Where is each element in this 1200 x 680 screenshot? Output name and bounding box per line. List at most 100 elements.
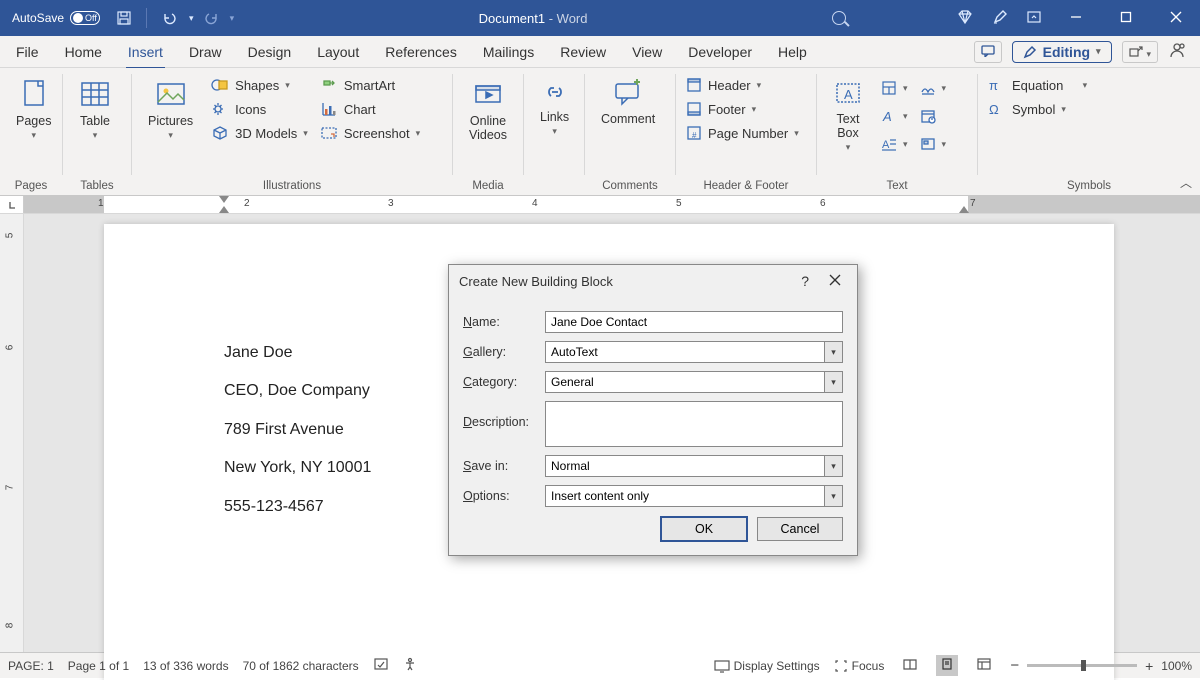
autosave-label: AutoSave xyxy=(12,11,64,25)
savein-select[interactable]: Normal▾ xyxy=(545,455,843,477)
tab-review[interactable]: Review xyxy=(558,40,608,64)
status-chars[interactable]: 70 of 1862 characters xyxy=(243,659,359,673)
svg-text:A: A xyxy=(882,139,890,151)
display-settings[interactable]: Display Settings xyxy=(714,659,820,673)
textbox-button[interactable]: AText Box▾ xyxy=(825,76,871,155)
tab-layout[interactable]: Layout xyxy=(315,40,361,64)
zoom-slider[interactable] xyxy=(1027,664,1137,667)
pictures-button[interactable]: Pictures▾ xyxy=(140,76,201,143)
options-select[interactable]: Insert content only▾ xyxy=(545,485,843,507)
gallery-select[interactable]: AutoText▾ xyxy=(545,341,843,363)
comment-button[interactable]: Comment xyxy=(593,76,663,128)
name-input[interactable] xyxy=(545,311,843,333)
links-button[interactable]: Links▾ xyxy=(532,76,577,139)
focus-mode[interactable]: Focus xyxy=(834,659,885,673)
svg-text:A: A xyxy=(844,87,853,102)
maximize-button[interactable] xyxy=(1110,7,1142,30)
group-pages: Pages xyxy=(0,180,62,195)
footer-button[interactable]: Footer ▾ xyxy=(684,100,801,118)
wordart-icon[interactable]: A▾ xyxy=(879,107,910,125)
description-textarea[interactable] xyxy=(545,401,843,447)
window-title: Document1 - Word xyxy=(234,11,832,26)
options-label: Options: xyxy=(463,489,535,503)
building-block-dialog: Create New Building Block ? Name: Galler… xyxy=(448,264,858,556)
ribbon-display-icon[interactable] xyxy=(1026,9,1042,28)
share-button[interactable]: ▾ xyxy=(1122,41,1158,63)
tab-design[interactable]: Design xyxy=(246,40,294,64)
save-icon[interactable] xyxy=(116,10,132,26)
group-text: Text xyxy=(817,180,977,195)
zoom-in[interactable]: + xyxy=(1145,658,1153,674)
spelling-icon[interactable] xyxy=(373,657,389,674)
object-icon[interactable]: ▾ xyxy=(918,135,949,153)
screenshot-button[interactable]: Screenshot ▾ xyxy=(318,124,422,142)
tab-insert[interactable]: Insert xyxy=(126,40,165,64)
chart-button[interactable]: Chart xyxy=(318,100,422,118)
pen-icon[interactable] xyxy=(992,9,1008,28)
ruler-vertical[interactable]: 5 6 7 8 xyxy=(0,214,24,652)
minimize-button[interactable] xyxy=(1060,7,1092,30)
signature-icon[interactable]: ▾ xyxy=(918,79,949,97)
group-comments: Comments xyxy=(585,180,675,195)
datetime-icon[interactable] xyxy=(918,107,949,125)
help-icon[interactable]: ? xyxy=(787,273,823,289)
page-number-button[interactable]: #Page Number ▾ xyxy=(684,124,801,142)
tab-references[interactable]: References xyxy=(383,40,459,64)
zoom-out[interactable]: − xyxy=(1010,657,1019,674)
collapse-ribbon-icon[interactable]: ︿ xyxy=(1180,174,1192,191)
zoom-level[interactable]: 100% xyxy=(1161,659,1192,673)
symbol-button[interactable]: ΩSymbol ▾ xyxy=(986,100,1089,118)
category-label: Category: xyxy=(463,375,535,389)
cancel-button[interactable]: Cancel xyxy=(757,517,843,541)
ribbon: Pages▾ Pages Table▾ Tables Pictures▾ Sha… xyxy=(0,68,1200,196)
search-icon[interactable] xyxy=(832,11,846,25)
3dmodels-button[interactable]: 3D Models ▾ xyxy=(209,124,310,142)
editing-mode[interactable]: Editing▾ xyxy=(1012,41,1112,63)
tab-home[interactable]: Home xyxy=(63,40,104,64)
account-icon[interactable] xyxy=(1168,41,1186,62)
title-bar: AutoSave Off ▾ ▾ Document1 - Word xyxy=(0,0,1200,36)
diamond-icon[interactable] xyxy=(956,9,974,28)
redo-icon[interactable] xyxy=(204,10,220,26)
name-label: Name: xyxy=(463,315,535,329)
tab-view[interactable]: View xyxy=(630,40,664,64)
tab-help[interactable]: Help xyxy=(776,40,809,64)
web-layout-icon[interactable] xyxy=(972,655,996,676)
tab-file[interactable]: File xyxy=(14,40,41,64)
indent-right[interactable] xyxy=(959,206,969,213)
accessibility-icon[interactable] xyxy=(403,657,417,674)
quickparts-icon[interactable]: ▾ xyxy=(879,79,910,97)
read-mode-icon[interactable] xyxy=(898,655,922,676)
description-label: Description: xyxy=(463,415,535,429)
online-videos-button[interactable]: Online Videos xyxy=(461,76,515,144)
group-symbols: Symbols xyxy=(978,180,1200,195)
group-links xyxy=(524,180,584,195)
status-page[interactable]: PAGE: 1 xyxy=(8,659,54,673)
pages-button[interactable]: Pages▾ xyxy=(8,76,59,143)
tab-mailings[interactable]: Mailings xyxy=(481,40,536,64)
category-select[interactable]: General▾ xyxy=(545,371,843,393)
print-layout-icon[interactable] xyxy=(936,655,958,676)
comments-toggle[interactable] xyxy=(974,41,1002,63)
ruler-horizontal[interactable]: 1 2 3 4 5 6 7 xyxy=(0,196,1200,214)
tab-selector[interactable] xyxy=(0,196,24,213)
shapes-button[interactable]: Shapes ▾ xyxy=(209,76,310,94)
header-button[interactable]: Header ▾ xyxy=(684,76,801,94)
dropcap-icon[interactable]: A▾ xyxy=(879,135,910,153)
indent-first-line[interactable] xyxy=(219,196,229,203)
equation-button[interactable]: πEquation ▾ xyxy=(986,76,1089,94)
dialog-close-icon[interactable] xyxy=(823,274,847,289)
close-button[interactable] xyxy=(1160,7,1192,30)
tab-draw[interactable]: Draw xyxy=(187,40,224,64)
indent-hanging[interactable] xyxy=(219,206,229,213)
status-words[interactable]: 13 of 336 words xyxy=(143,659,228,673)
ok-button[interactable]: OK xyxy=(661,517,747,541)
undo-icon[interactable] xyxy=(161,10,179,26)
status-pageof[interactable]: Page 1 of 1 xyxy=(68,659,129,673)
table-button[interactable]: Table▾ xyxy=(71,76,119,143)
svg-text:π: π xyxy=(989,78,998,93)
icons-button[interactable]: Icons xyxy=(209,100,310,118)
autosave-toggle[interactable]: Off xyxy=(70,11,100,25)
smartart-button[interactable]: SmartArt xyxy=(318,76,422,94)
tab-developer[interactable]: Developer xyxy=(686,40,754,64)
